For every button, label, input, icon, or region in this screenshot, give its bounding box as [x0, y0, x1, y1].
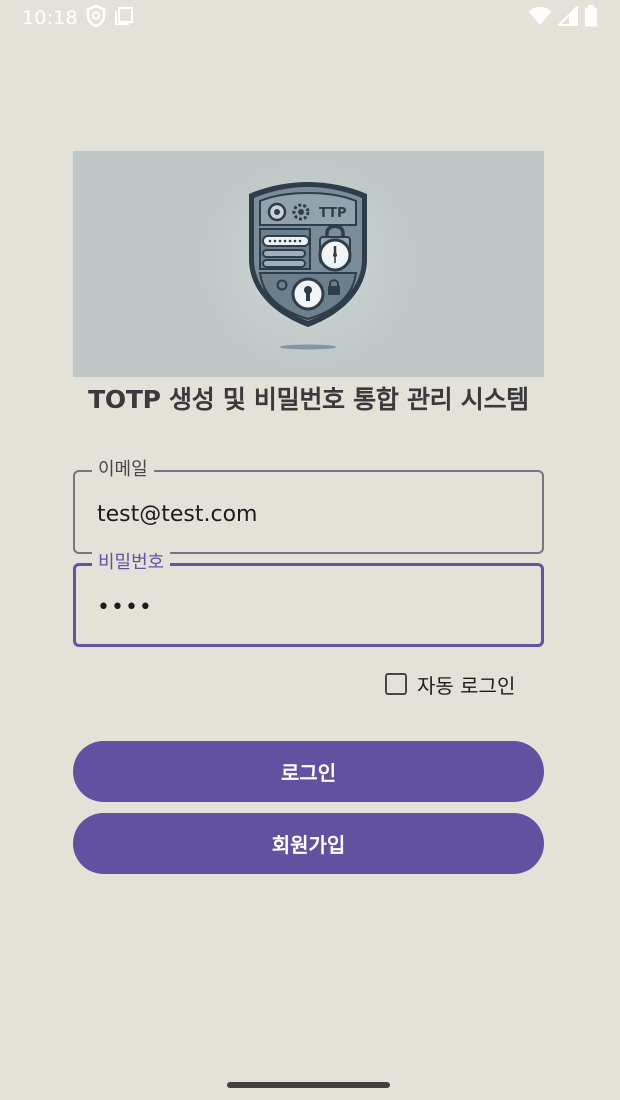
cellular-signal-icon	[556, 4, 578, 30]
status-bar-right	[528, 4, 598, 31]
password-input[interactable]	[97, 587, 521, 627]
sim-card-icon	[114, 6, 134, 30]
email-field-label: 이메일	[92, 459, 154, 481]
wifi-icon	[528, 6, 552, 30]
auto-login-label: 자동 로그인	[417, 673, 516, 698]
status-time: 10:18	[22, 7, 78, 29]
login-button[interactable]: 로그인	[73, 741, 544, 802]
password-field[interactable]: 비밀번호	[73, 552, 544, 647]
email-field[interactable]: 이메일	[73, 459, 544, 554]
battery-icon	[584, 5, 598, 31]
status-bar: 10:18	[0, 0, 620, 36]
auto-login-option[interactable]: 자동 로그인	[385, 668, 515, 700]
banner-logo-text: TTP	[319, 206, 347, 221]
password-field-label: 비밀번호	[92, 552, 171, 574]
home-indicator[interactable]	[227, 1082, 390, 1088]
status-bar-left: 10:18	[22, 4, 134, 31]
app-banner-image: TTP	[73, 151, 544, 377]
app-title: TOTP 생성 및 비밀번호 통합 관리 시스템	[88, 385, 529, 414]
shield-icon	[86, 4, 106, 31]
auto-login-checkbox[interactable]	[385, 673, 407, 695]
email-input[interactable]	[97, 494, 522, 534]
security-shield-logo: TTP	[249, 182, 367, 350]
signup-button[interactable]: 회원가입	[73, 813, 544, 874]
